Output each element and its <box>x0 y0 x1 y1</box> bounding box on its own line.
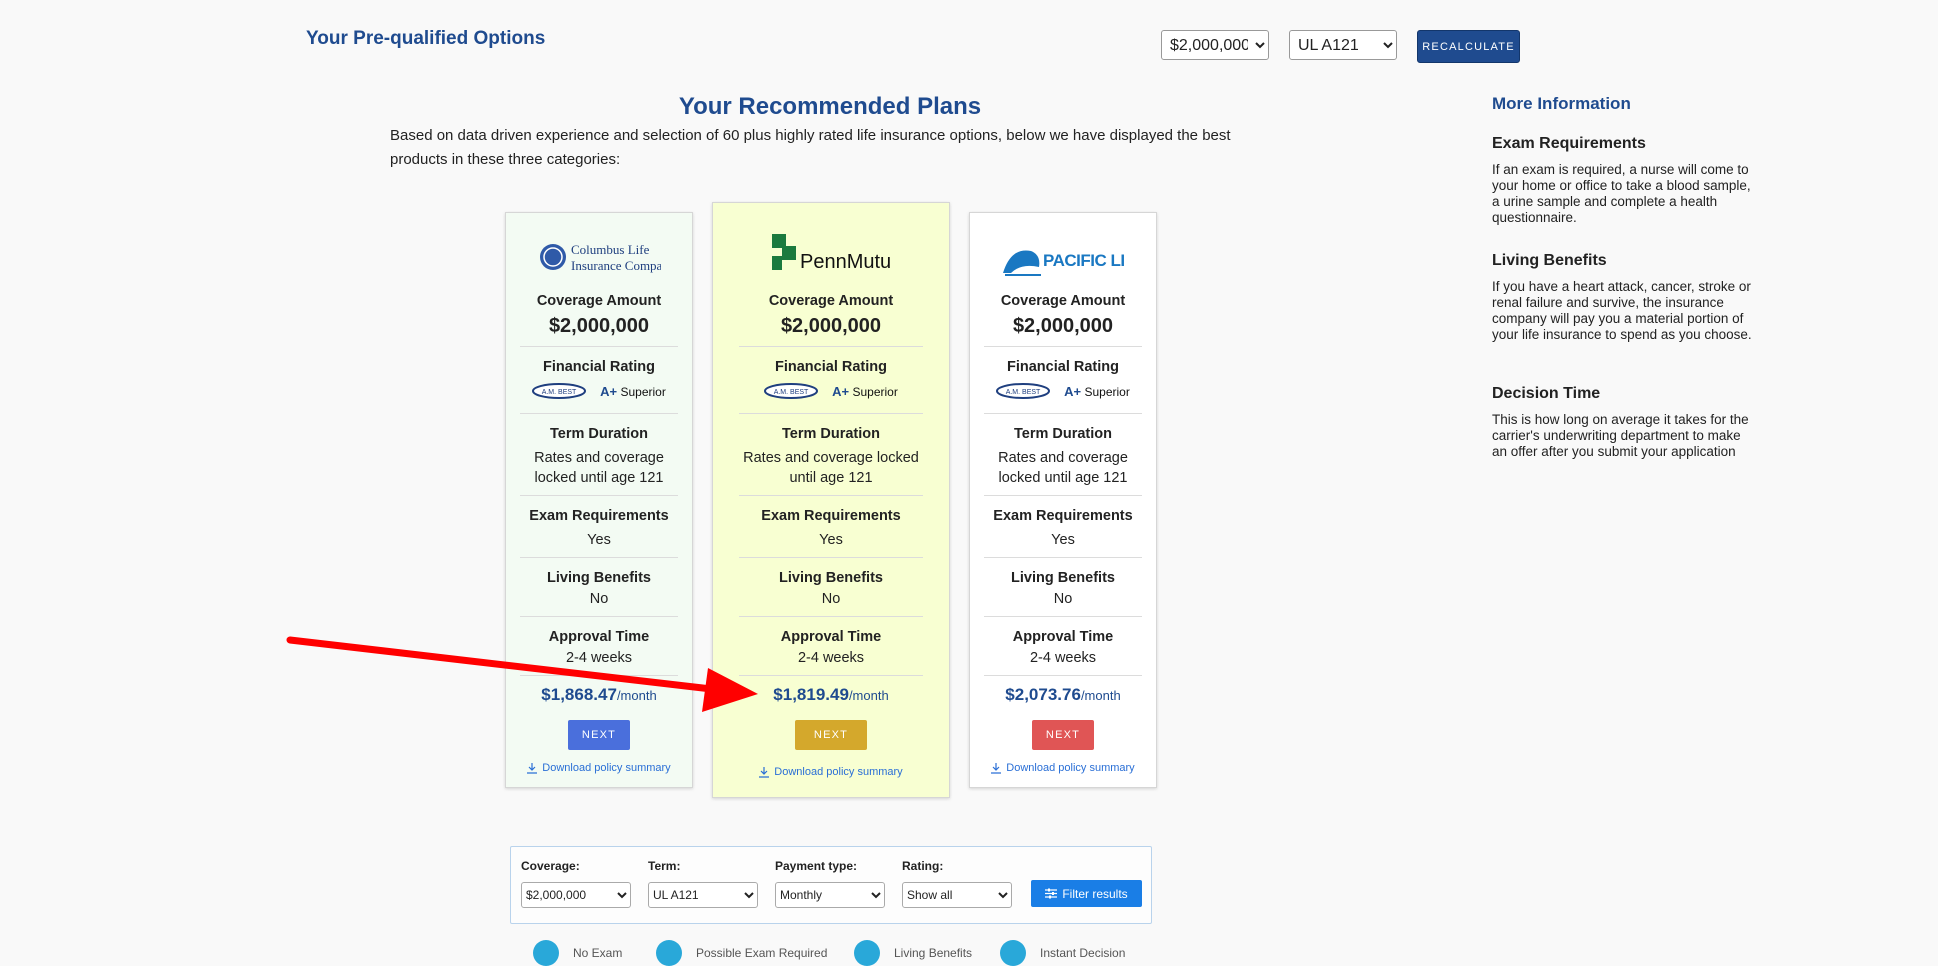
possible-exam-icon <box>656 940 682 966</box>
next-button[interactable]: NEXT <box>568 720 630 750</box>
pennmutual-leaf-icon: PennMutual. <box>772 234 892 273</box>
pacific-life-whale-icon: PACIFIC LIFE <box>1003 250 1125 276</box>
filter-rating-label: Rating: <box>902 859 944 873</box>
coverage-value: $2,000,000 <box>548 315 650 337</box>
exam-value: Yes <box>819 532 843 548</box>
feature-instant-decision: Instant Decision <box>1000 940 1125 966</box>
sidebar-exam-title: Exam Requirements <box>1492 135 1646 152</box>
svg-text:Insurance Company: Insurance Company <box>571 258 661 273</box>
filter-results-button[interactable]: Filter results <box>1031 880 1142 907</box>
filter-payment-select[interactable]: Monthly <box>775 882 885 908</box>
columbus-seal-icon: Columbus Life Insurance Company <box>540 242 661 273</box>
term-label: Term Duration <box>549 426 649 442</box>
filter-term-select[interactable]: UL A121 <box>648 882 758 908</box>
coverage-label: Coverage Amount <box>1000 293 1126 309</box>
download-policy-link[interactable]: Download policy summary <box>713 766 949 778</box>
financial-label: Financial Rating <box>1007 359 1119 375</box>
intro-text: Based on data driven experience and sele… <box>390 127 1231 168</box>
instant-decision-icon <box>1000 940 1026 966</box>
plan-card-pacificlife: PACIFIC LIFE Coverage Amount $2,000,000 … <box>969 212 1157 788</box>
svg-text:A.M. BEST: A.M. BEST <box>542 389 577 396</box>
living-value: No <box>821 591 841 607</box>
svg-text:Columbus Life: Columbus Life <box>571 242 650 257</box>
coverage-select[interactable]: $2,000,000 <box>1161 30 1269 60</box>
next-button[interactable]: NEXT <box>1032 720 1094 750</box>
sidebar-decision-title: Decision Time <box>1492 385 1601 402</box>
living-label: Living Benefits <box>547 570 651 586</box>
recalculate-button[interactable]: RECALCULATE <box>1417 30 1520 63</box>
columbus-life-logo: Columbus Life Insurance Company <box>506 235 692 279</box>
next-button[interactable]: NEXT <box>795 720 867 750</box>
download-icon <box>991 762 1002 774</box>
feature-no-exam: No Exam <box>533 940 622 966</box>
annotation-arrow <box>286 636 758 712</box>
coverage-label: Coverage Amount <box>768 293 894 309</box>
term-label: Term Duration <box>781 426 881 442</box>
svg-text:PennMutual.: PennMutual. <box>800 251 892 273</box>
svg-text:A.M. BEST: A.M. BEST <box>1006 389 1041 396</box>
download-icon <box>759 766 770 778</box>
term-select[interactable]: UL A121 <box>1289 30 1397 60</box>
exam-label: Exam Requirements <box>761 508 901 524</box>
no-exam-icon <box>533 940 559 966</box>
living-label: Living Benefits <box>779 570 883 586</box>
download-policy-link[interactable]: Download policy summary <box>506 762 692 774</box>
living-value: No <box>589 591 609 607</box>
filter-panel: Coverage: $2,000,000 Term: UL A121 Payme… <box>510 846 1152 924</box>
feature-possible-exam: Possible Exam Required <box>656 940 827 966</box>
exam-label: Exam Requirements <box>529 508 669 524</box>
sidebar-decision-text: This is how long on average it takes for… <box>1492 412 1749 459</box>
sliders-icon <box>1045 888 1058 899</box>
download-policy-link[interactable]: Download policy summary <box>970 762 1156 774</box>
financial-rating: A.M. BEST A+ Superior <box>506 383 692 399</box>
living-benefits-icon <box>854 940 880 966</box>
living-value: No <box>1053 591 1073 607</box>
svg-text:A.M. BEST: A.M. BEST <box>774 389 809 396</box>
financial-rating: A.M. BEST A+ Superior <box>970 383 1156 399</box>
monthly-price: $2,073.76/month <box>1005 685 1121 704</box>
filter-rating-select[interactable]: Show all <box>902 882 1012 908</box>
feature-living-benefits: Living Benefits <box>854 940 972 966</box>
approval-value: 2-4 weeks <box>1029 650 1097 666</box>
financial-label: Financial Rating <box>775 359 887 375</box>
coverage-value: $2,000,000 <box>780 315 882 337</box>
exam-value: Yes <box>587 532 611 548</box>
financial-label: Financial Rating <box>543 359 655 375</box>
sidebar-title: More Information <box>1492 94 1631 113</box>
term-value: Rates and coverage locked until age 121 <box>743 450 919 486</box>
filter-payment-label: Payment type: <box>775 859 858 873</box>
term-label: Term Duration <box>1013 426 1113 442</box>
exam-value: Yes <box>1051 532 1075 548</box>
page-title: Your Pre-qualified Options <box>306 28 546 49</box>
pacific-life-logo: PACIFIC LIFE <box>970 235 1156 279</box>
coverage-value: $2,000,000 <box>1012 315 1114 337</box>
recommended-title: Your Recommended Plans <box>678 93 982 120</box>
filter-term-label: Term: <box>648 859 681 873</box>
financial-rating: A.M. BEST A+ Superior <box>713 383 949 399</box>
sidebar-exam-text: If an exam is required, a nurse will com… <box>1492 162 1751 225</box>
term-value: Rates and coverage locked until age 121 <box>534 450 664 486</box>
approval-label: Approval Time <box>1012 629 1114 645</box>
filter-coverage-label: Coverage: <box>521 859 580 873</box>
sidebar-living-text: If you have a heart attack, cancer, stro… <box>1492 279 1752 342</box>
sidebar-living-title: Living Benefits <box>1492 252 1607 269</box>
term-value: Rates and coverage locked until age 121 <box>998 450 1128 486</box>
filter-coverage-select[interactable]: $2,000,000 <box>521 882 631 908</box>
download-icon <box>527 762 538 774</box>
coverage-label: Coverage Amount <box>536 293 662 309</box>
am-best-icon: A.M. BEST <box>764 383 819 399</box>
am-best-icon: A.M. BEST <box>532 383 587 399</box>
pennmutual-logo: PennMutual. <box>713 231 949 275</box>
am-best-icon: A.M. BEST <box>996 383 1051 399</box>
living-label: Living Benefits <box>1011 570 1115 586</box>
exam-label: Exam Requirements <box>993 508 1133 524</box>
svg-text:PACIFIC LIFE: PACIFIC LIFE <box>1043 251 1125 270</box>
